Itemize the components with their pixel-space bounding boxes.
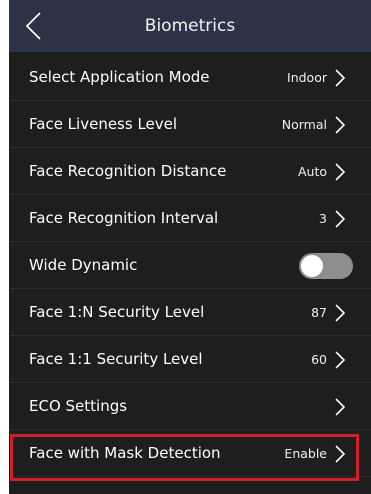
setting-value: Auto [297,164,327,179]
chevron-right-icon [335,350,345,369]
setting-label: Select Application Mode [29,68,210,86]
chevron-right-icon [335,162,345,181]
biometrics-screen: Biometrics Select Application Mode Indoo… [9,0,371,494]
setting-face-1n-security-level[interactable]: Face 1:N Security Level 87 [9,289,371,336]
settings-list: Select Application Mode Indoor Face Live… [9,54,371,477]
setting-wide-dynamic: Wide Dynamic [9,242,371,289]
setting-value: 60 [311,352,327,367]
setting-label: Face 1:N Security Level [29,303,205,321]
setting-face-recognition-interval[interactable]: Face Recognition Interval 3 [9,195,371,242]
setting-face-recognition-distance[interactable]: Face Recognition Distance Auto [9,148,371,195]
setting-value: 3 [319,211,327,226]
setting-label: ECO Settings [29,397,128,415]
chevron-right-icon [335,397,345,416]
toggle-knob [301,255,323,277]
setting-label: Face Recognition Distance [29,162,227,180]
setting-label: Face with Mask Detection [29,444,221,462]
setting-value: 87 [311,305,327,320]
setting-face-11-security-level[interactable]: Face 1:1 Security Level 60 [9,336,371,383]
setting-value: Indoor [287,70,327,85]
setting-eco-settings[interactable]: ECO Settings [9,383,371,430]
setting-application-mode[interactable]: Select Application Mode Indoor [9,54,371,101]
page-title: Biometrics [144,16,236,36]
setting-value: Normal [281,117,327,132]
setting-face-liveness-level[interactable]: Face Liveness Level Normal [9,101,371,148]
header-bar: Biometrics [9,0,371,52]
setting-label: Face Liveness Level [29,115,178,133]
setting-value: Enable [284,446,327,461]
setting-label: Face Recognition Interval [29,209,219,227]
chevron-right-icon [335,209,345,228]
chevron-right-icon [335,444,345,463]
chevron-right-icon [335,68,345,87]
setting-label: Wide Dynamic [29,256,138,274]
wide-dynamic-toggle[interactable] [299,253,353,279]
chevron-right-icon [335,303,345,322]
chevron-right-icon [335,115,345,134]
setting-face-mask-detection[interactable]: Face with Mask Detection Enable [9,430,371,477]
setting-label: Face 1:1 Security Level [29,350,203,368]
